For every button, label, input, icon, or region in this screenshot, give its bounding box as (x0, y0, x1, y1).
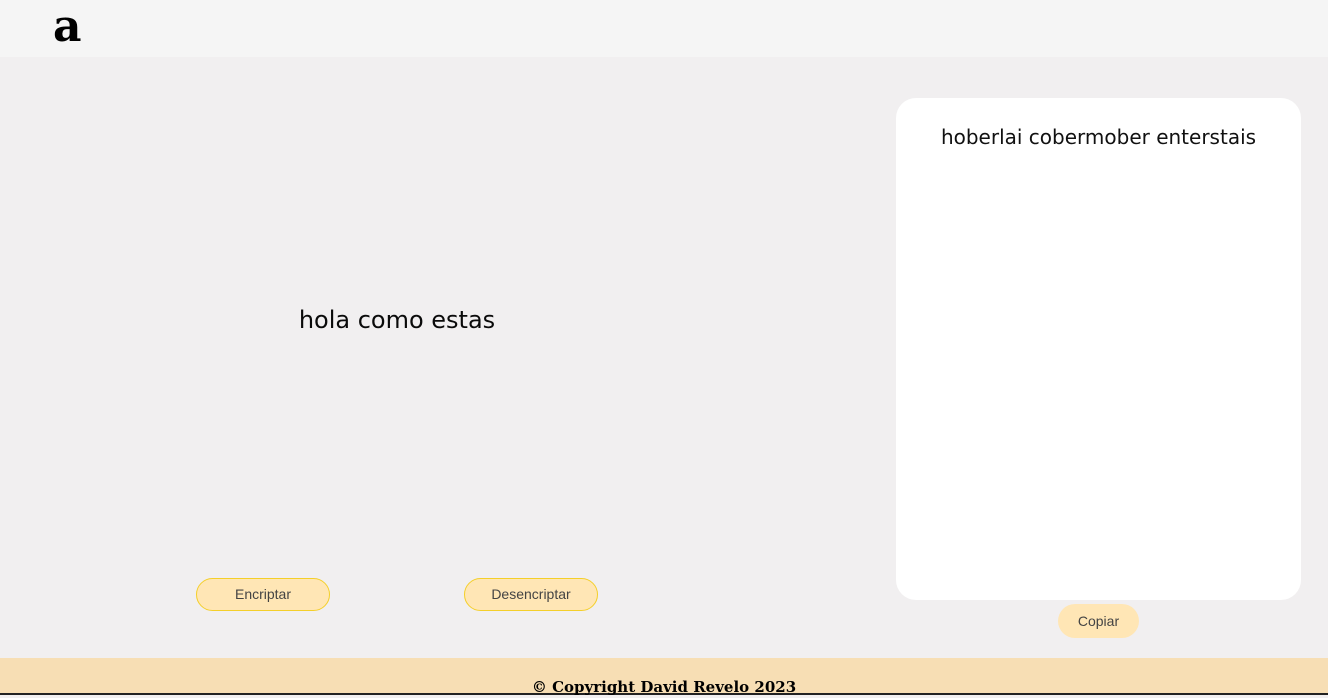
decrypt-button[interactable]: Desencriptar (464, 578, 598, 611)
copy-button[interactable]: Copiar (1058, 604, 1139, 638)
input-textarea[interactable]: hola como estas (0, 302, 794, 338)
output-text: hoberlai cobermober enterstais (940, 125, 1257, 149)
logo[interactable]: a (53, 2, 82, 52)
footer: © Copyright David Revelo 2023 (0, 658, 1328, 696)
encrypt-button[interactable]: Encriptar (196, 578, 330, 611)
header: a (0, 0, 1328, 57)
main-area: hola como estas Encriptar Desencriptar h… (0, 57, 1328, 658)
output-panel: hoberlai cobermober enterstais (896, 98, 1301, 600)
